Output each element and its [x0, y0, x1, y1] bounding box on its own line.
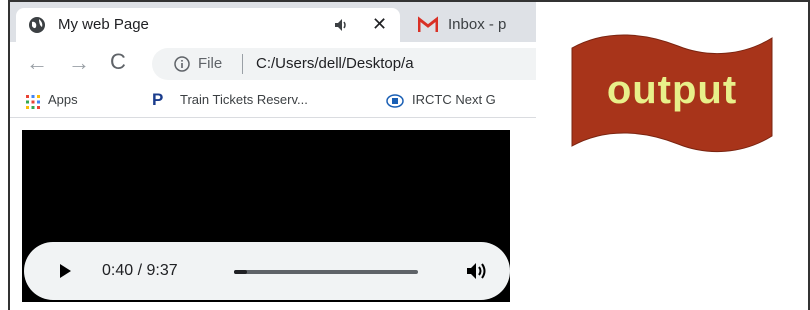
speaker-icon[interactable]	[334, 18, 350, 32]
browser-window: My web Page ✕ Inbox - p ← → C File C:/Us…	[10, 2, 536, 308]
p-logo-icon: P	[152, 90, 164, 109]
time-display: 0:40 / 9:37	[102, 262, 178, 279]
play-icon[interactable]	[60, 264, 71, 278]
url-text[interactable]: C:/Users/dell/Desktop/a	[256, 55, 414, 72]
forward-button[interactable]: →	[68, 52, 90, 74]
apps-grid-icon	[26, 95, 40, 109]
tab-title: My web Page	[58, 16, 149, 33]
seek-slider[interactable]	[234, 270, 418, 274]
bookmarks-bar: Apps P Train Tickets Reserv... IRCTC Nex…	[10, 84, 536, 118]
audio-controls: 0:40 / 9:37	[24, 242, 510, 300]
bookmark-irctc[interactable]: IRCTC Next G	[412, 92, 496, 107]
tab-inbox[interactable]: Inbox - p	[408, 8, 536, 42]
address-bar[interactable]: File C:/Users/dell/Desktop/a	[152, 48, 536, 80]
gmail-icon	[418, 16, 438, 32]
address-divider	[242, 54, 243, 74]
url-scheme: File	[198, 55, 223, 72]
globe-icon	[29, 17, 45, 33]
banner-label: output	[606, 68, 738, 112]
reload-button[interactable]: C	[110, 51, 126, 73]
tab-title: Inbox - p	[448, 16, 507, 33]
volume-icon[interactable]	[466, 262, 488, 280]
bookmark-apps[interactable]: Apps	[48, 92, 78, 107]
seek-progress	[234, 270, 247, 274]
tab-my-web-page[interactable]: My web Page ✕	[16, 8, 400, 42]
bookmark-train-tickets[interactable]: Train Tickets Reserv...	[180, 92, 308, 107]
irctc-icon	[386, 94, 404, 108]
info-icon[interactable]	[174, 56, 190, 72]
tab-strip: My web Page ✕ Inbox - p	[10, 2, 536, 42]
toolbar: ← → C File C:/Users/dell/Desktop/a	[10, 42, 536, 84]
back-button[interactable]: ←	[26, 52, 48, 74]
tab-close-button[interactable]: ✕	[372, 15, 387, 33]
